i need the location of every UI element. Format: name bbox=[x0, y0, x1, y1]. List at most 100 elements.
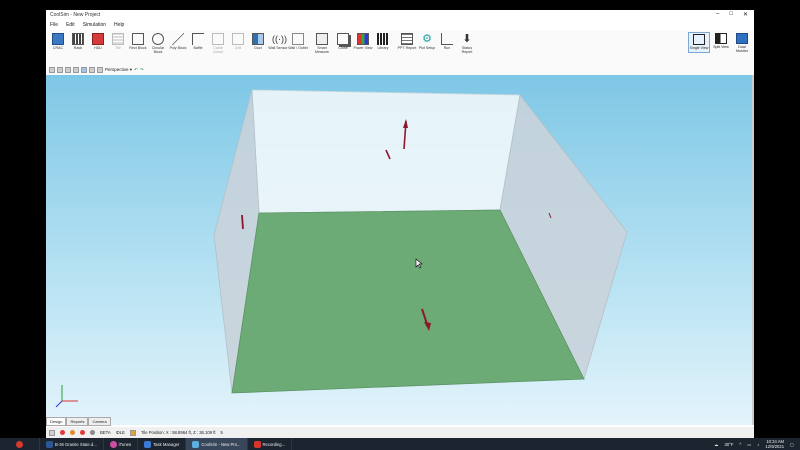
grill-button[interactable]: Grill bbox=[228, 33, 248, 50]
minimize-button[interactable]: – bbox=[716, 11, 719, 18]
status-grey-icon bbox=[90, 430, 95, 435]
axis-gizmo bbox=[55, 385, 78, 408]
status-count: 5 bbox=[220, 430, 223, 435]
redo-icon[interactable]: ↷ bbox=[140, 67, 144, 73]
single-view-icon bbox=[693, 34, 705, 45]
power-view-button[interactable]: Power View bbox=[353, 33, 373, 50]
coolsim-icon bbox=[192, 440, 200, 448]
clone-icon bbox=[337, 33, 349, 45]
status-report-button[interactable]: ⬇ Status Report bbox=[457, 33, 477, 54]
start-button[interactable] bbox=[0, 438, 40, 450]
duct-icon bbox=[252, 33, 264, 45]
rect-block-icon bbox=[132, 33, 144, 45]
network-icon[interactable]: ▭ bbox=[747, 442, 751, 447]
undo-icon[interactable]: ↶ bbox=[134, 67, 138, 73]
rack-icon bbox=[72, 33, 84, 45]
bottom-tabs: Design Reports Camera bbox=[46, 417, 111, 426]
menu-help[interactable]: Help bbox=[114, 22, 124, 28]
text-tool-icon[interactable] bbox=[97, 67, 103, 73]
angry-bird-icon bbox=[16, 440, 23, 448]
close-button[interactable]: ✕ bbox=[743, 11, 748, 18]
home-view-icon[interactable] bbox=[57, 67, 63, 73]
tab-reports[interactable]: Reports bbox=[66, 417, 89, 426]
wall-outlet-button[interactable]: Wall / Outlet bbox=[288, 33, 308, 50]
taskbar-item-recording[interactable]: Recording... bbox=[248, 438, 293, 450]
recording-icon bbox=[253, 440, 261, 448]
poly-block-icon bbox=[172, 33, 184, 45]
maximize-button[interactable]: □ bbox=[729, 11, 733, 18]
camera-tool-icon[interactable] bbox=[49, 67, 55, 73]
taskbar-item-coolsim[interactable]: CoolSim - New Pro... bbox=[186, 438, 248, 450]
library-button[interactable]: Library bbox=[373, 33, 393, 50]
smart-measure-icon bbox=[316, 33, 328, 45]
projection-dropdown[interactable]: Perspective ▾ bbox=[105, 67, 132, 73]
rect-block-button[interactable]: Rect Block bbox=[128, 33, 148, 50]
gear-icon: ⚙ bbox=[422, 33, 432, 45]
menu-bar: File Edit Simulation Help bbox=[46, 20, 754, 29]
status-orange-icon bbox=[70, 430, 75, 435]
duct-button[interactable]: Duct bbox=[248, 33, 268, 50]
zoom-fit-icon[interactable] bbox=[65, 67, 71, 73]
ppt-report-button[interactable]: PPT Report bbox=[397, 33, 417, 50]
coolsim-window: CoolSim - New Project – □ ✕ File Edit Si… bbox=[46, 10, 754, 438]
word-icon bbox=[46, 440, 53, 448]
tab-camera[interactable]: Camera bbox=[88, 417, 111, 426]
cloud-icon[interactable]: ☁ bbox=[714, 442, 718, 447]
single-view-button[interactable]: Single View bbox=[688, 32, 710, 53]
tray-chevron-icon[interactable]: ^ bbox=[739, 442, 741, 447]
plot-setup-button[interactable]: ⚙ Plot Setup bbox=[417, 33, 437, 50]
ppt-report-icon bbox=[401, 33, 413, 45]
baffle-icon bbox=[192, 33, 204, 45]
hdu-button[interactable]: HDU bbox=[88, 33, 108, 50]
tab-design[interactable]: Design bbox=[46, 417, 67, 426]
menu-file[interactable]: File bbox=[50, 22, 58, 28]
download-icon: ⬇ bbox=[462, 33, 472, 45]
3d-viewport[interactable] bbox=[46, 75, 752, 425]
clone-button[interactable]: Clone bbox=[333, 33, 353, 50]
run-icon bbox=[441, 33, 453, 45]
menu-simulation[interactable]: Simulation bbox=[83, 22, 106, 28]
taskbar-item-task-manager[interactable]: Task Manager bbox=[138, 438, 187, 450]
wall-outlet-icon bbox=[292, 33, 304, 45]
tile-button[interactable]: Tile bbox=[108, 33, 128, 50]
top-view-icon[interactable] bbox=[81, 67, 87, 73]
side-view-icon[interactable] bbox=[89, 67, 95, 73]
cable-cutout-button[interactable]: Cable Cutout bbox=[208, 33, 228, 54]
view-mode-group: Single View Split View Dual Monitor bbox=[688, 32, 752, 53]
wall-sensor-button[interactable]: ((·)) Wall Sensor bbox=[268, 33, 288, 50]
room-scene bbox=[55, 89, 628, 408]
wall-sensor-icon: ((·)) bbox=[272, 34, 287, 44]
circular-block-button[interactable]: Circular Block bbox=[148, 33, 168, 54]
weather-temp[interactable]: 30°F bbox=[724, 442, 733, 447]
tile-icon bbox=[112, 33, 124, 45]
crac-button[interactable]: CRAC bbox=[48, 33, 68, 50]
smart-measure-button[interactable]: Smart Measure bbox=[312, 33, 332, 54]
itunes-icon bbox=[109, 440, 117, 448]
clock[interactable]: 10:34 AM 12/9/2021 bbox=[765, 439, 784, 449]
system-tray: ☁ 30°F ^ ▭ ♪ 10:34 AM 12/9/2021 ▢ bbox=[714, 438, 794, 450]
crac-icon bbox=[52, 33, 64, 45]
view-toolbar: Perspective ▾ ↶ ↷ bbox=[46, 65, 754, 75]
windows-taskbar: B-26 Granite State.d... iTunes Task Mana… bbox=[0, 438, 800, 450]
tile-position-icon bbox=[129, 429, 136, 436]
rack-button[interactable]: Rack bbox=[68, 33, 88, 50]
status-red-icon bbox=[60, 430, 65, 435]
poly-block-button[interactable]: Poly Block bbox=[168, 33, 188, 50]
task-manager-icon bbox=[144, 440, 152, 448]
volume-icon[interactable]: ♪ bbox=[757, 442, 759, 447]
menu-edit[interactable]: Edit bbox=[66, 22, 75, 28]
status-red-icon bbox=[80, 430, 85, 435]
grid-icon bbox=[49, 429, 55, 436]
run-button[interactable]: Run bbox=[437, 33, 457, 50]
taskbar-item-itunes[interactable]: iTunes bbox=[104, 438, 139, 450]
airflow-arrow bbox=[241, 214, 244, 230]
taskbar-item-word[interactable]: B-26 Granite State.d... bbox=[40, 438, 104, 450]
circular-block-icon bbox=[152, 33, 164, 45]
notifications-icon[interactable]: ▢ bbox=[790, 442, 794, 447]
viewport-scrollbar[interactable] bbox=[752, 75, 754, 425]
baffle-button[interactable]: Baffle bbox=[188, 33, 208, 50]
dual-monitor-button[interactable]: Dual Monitor bbox=[732, 32, 752, 53]
idle-label: IDLE bbox=[115, 430, 125, 435]
split-view-button[interactable]: Split View bbox=[711, 32, 731, 53]
front-view-icon[interactable] bbox=[73, 67, 79, 73]
